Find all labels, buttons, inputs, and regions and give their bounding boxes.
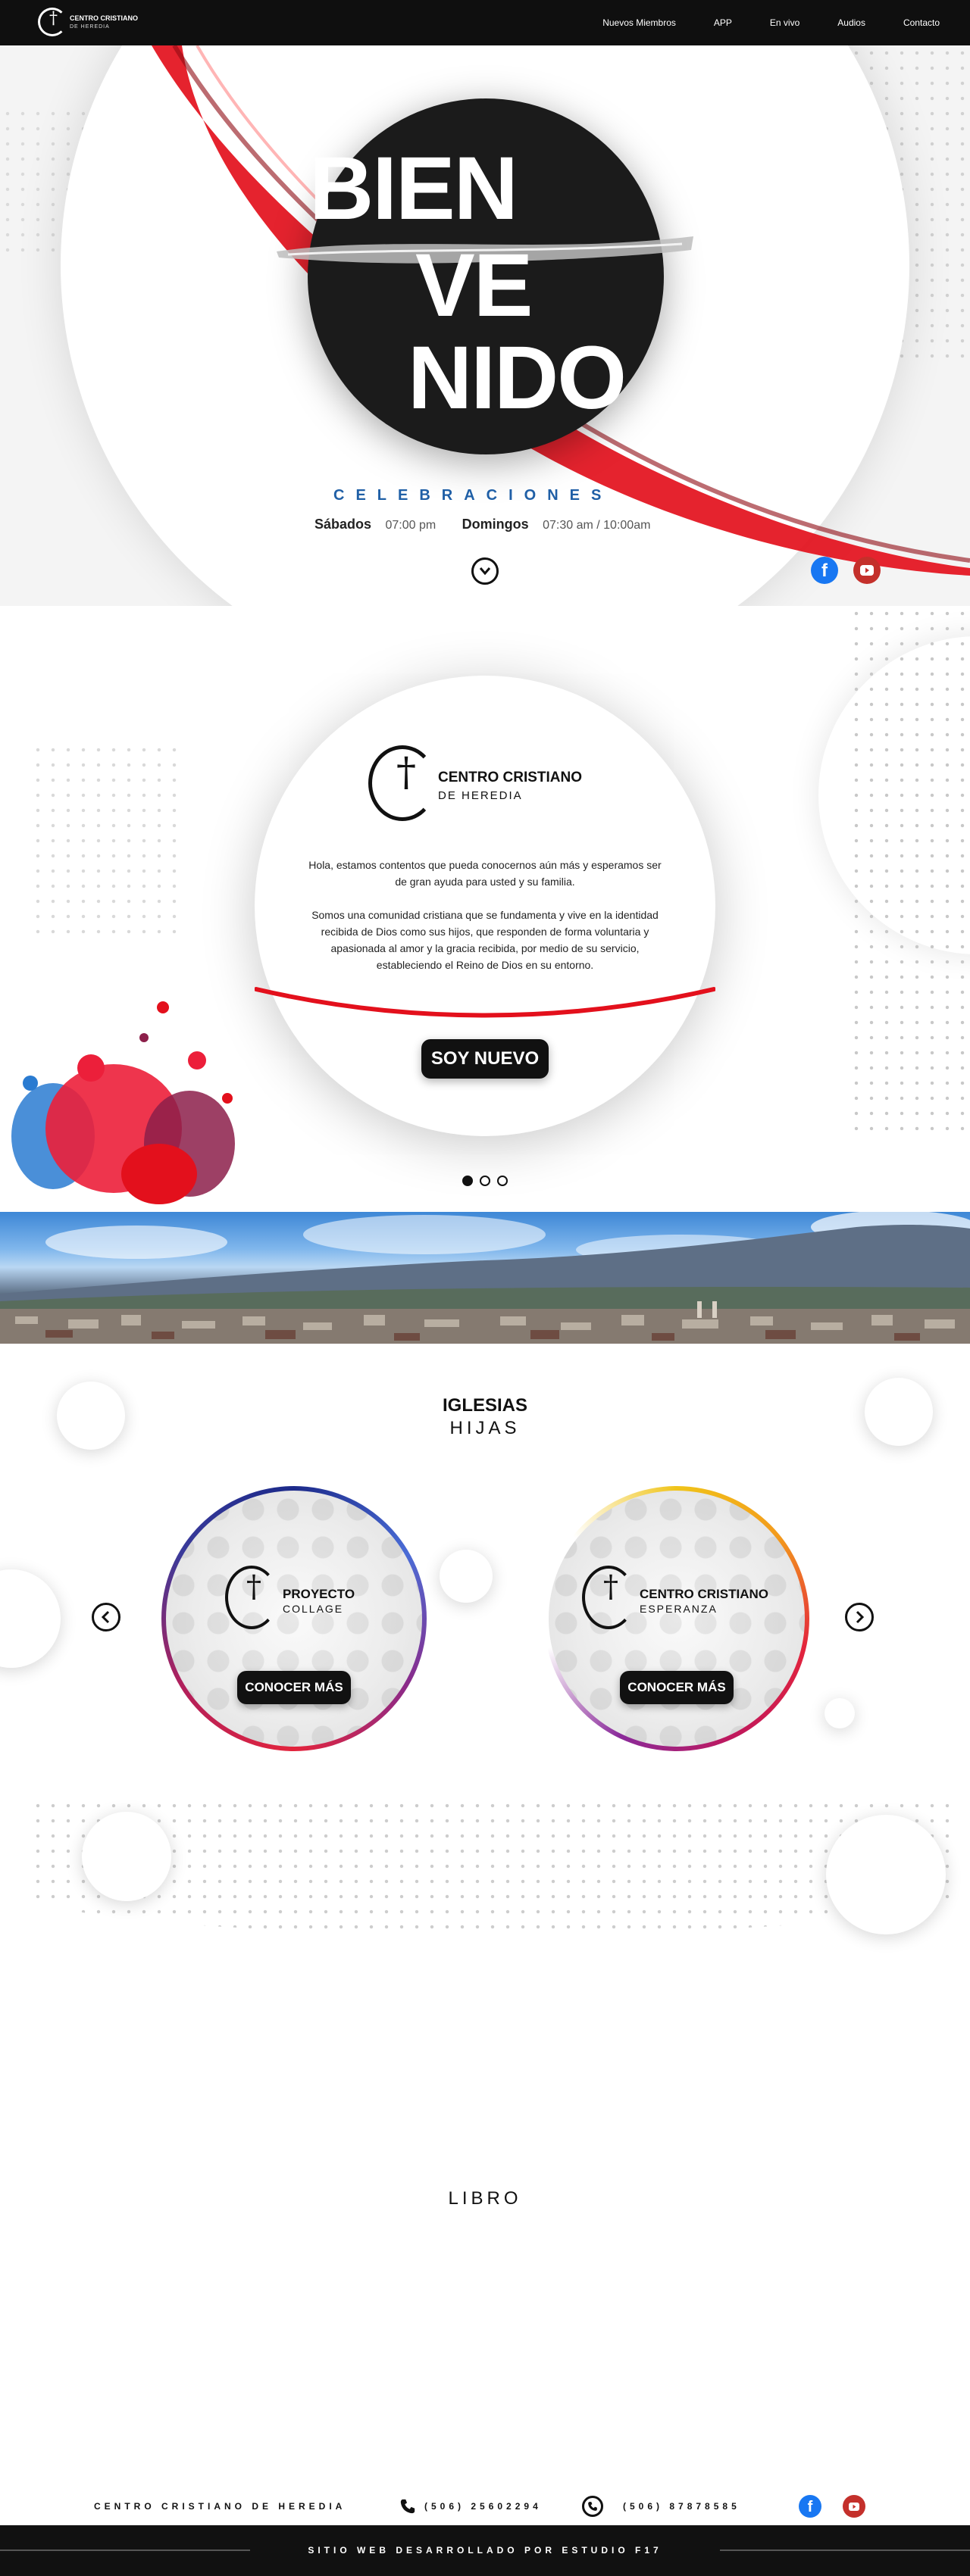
nav-link-nuevos-miembros[interactable]: Nuevos Miembros — [602, 17, 676, 28]
church-card-esperanza[interactable]: † CENTRO CRISTIANO ESPERANZA CONOCER MÁS — [544, 1486, 809, 1751]
decorative-bubble — [0, 1569, 61, 1668]
day-domingos: Domingos — [462, 517, 529, 532]
red-curve-divider — [255, 987, 715, 1018]
footer-phone[interactable]: (506) 25602294 — [424, 2501, 542, 2512]
collage-logo: † PROYECTO COLLAGE — [225, 1566, 392, 1634]
section-subtitle: HIJAS — [449, 1418, 521, 1438]
slide-dot-3[interactable] — [497, 1176, 508, 1186]
libro-section: LIBRO — [0, 1995, 970, 2465]
youtube-icon[interactable] — [853, 557, 881, 584]
day-sabados: Sábados — [314, 517, 372, 532]
decorative-bubble — [82, 1812, 171, 1901]
facebook-icon[interactable]: f — [811, 557, 838, 584]
scroll-down-button[interactable] — [471, 557, 499, 585]
nav-link-app[interactable]: APP — [714, 17, 732, 28]
youtube-icon[interactable] — [843, 2495, 865, 2518]
hero-word-bien: BIEN — [309, 139, 518, 239]
credit-bar: SITIO WEB DESARROLLADO POR ESTUDIO F17 — [0, 2525, 970, 2576]
libro-title: LIBRO — [448, 2188, 522, 2209]
cross-icon: † — [396, 750, 416, 795]
nav-link-en-vivo[interactable]: En vivo — [770, 17, 799, 28]
conocer-mas-button[interactable]: CONOCER MÁS — [237, 1671, 351, 1704]
decorative-bubble — [824, 1698, 855, 1728]
church-name-line1: PROYECTO — [283, 1587, 355, 1601]
about-paragraph-1: Hola, estamos contentos que pueda conoce… — [308, 859, 662, 888]
decorative-bubble — [865, 1378, 933, 1446]
nav-menu: Nuevos Miembros APP En vivo Audios Conta… — [565, 0, 940, 45]
ccdh-logo: † CENTRO CRISTIANO DE HEREDIA — [368, 745, 611, 829]
credit-text[interactable]: SITIO WEB DESARROLLADO POR ESTUDIO F17 — [250, 2543, 720, 2557]
site-logo[interactable]: † CENTRO CRISTIANO DE HEREDIA — [38, 8, 138, 38]
celebraciones-label: CELEBRACIONES — [333, 487, 613, 504]
city-panorama-banner — [0, 1212, 970, 1344]
service-times: Sábados 07:00 pm Domingos 07:30 am / 10:… — [314, 517, 650, 532]
slide-dot-1[interactable] — [462, 1176, 473, 1186]
church-name-line2: ESPERANZA — [640, 1603, 718, 1615]
hero-word-ve: VE — [415, 236, 533, 336]
cross-icon: † — [603, 1569, 618, 1604]
section-title: IGLESIAS — [442, 1395, 528, 1416]
about-section: † CENTRO CRISTIANO DE HEREDIA Hola, esta… — [0, 606, 970, 1212]
dot-pattern — [30, 742, 182, 939]
city-panorama-image — [0, 1212, 970, 1344]
slide-dot-2[interactable] — [480, 1176, 490, 1186]
whatsapp-icon — [582, 2496, 603, 2517]
footer-whatsapp[interactable]: (506) 87878585 — [623, 2501, 740, 2512]
hero-word-nido: NIDO — [408, 328, 627, 428]
footer-church-name: CENTRO CRISTIANO DE HEREDIA — [94, 2501, 346, 2512]
about-paragraph-2: Somos una comunidad cristiana que se fun… — [311, 909, 659, 971]
footer: CENTRO CRISTIANO DE HEREDIA (506) 256022… — [0, 2465, 970, 2525]
logo-title: CENTRO CRISTIANO — [438, 770, 582, 785]
time-domingos: 07:30 am / 10:00am — [543, 519, 651, 532]
logo-line1: CENTRO CRISTIANO — [70, 14, 138, 22]
iglesias-hijas-section: IGLESIAS HIJAS † PROYECTO COLLAGE CONOCE… — [0, 1344, 970, 1995]
conocer-mas-button[interactable]: CONOCER MÁS — [620, 1671, 734, 1704]
phone-icon — [400, 2499, 415, 2514]
soy-nuevo-button[interactable]: SOY NUEVO — [421, 1039, 549, 1079]
decorative-bubble — [826, 1815, 946, 1934]
church-name-line1: CENTRO CRISTIANO — [640, 1587, 768, 1601]
cross-icon: † — [246, 1569, 261, 1604]
chevron-left-icon — [101, 1610, 110, 1624]
church-card-collage[interactable]: † PROYECTO COLLAGE CONOCER MÁS — [161, 1486, 427, 1751]
top-nav: † CENTRO CRISTIANO DE HEREDIA Nuevos Mie… — [0, 0, 970, 45]
carousel-next-button[interactable] — [845, 1603, 874, 1631]
chevron-down-icon — [479, 567, 491, 576]
slider-dots — [462, 1176, 515, 1186]
esperanza-logo: † CENTRO CRISTIANO ESPERANZA — [582, 1566, 768, 1634]
decorative-bubble — [57, 1382, 125, 1450]
hero-section: BIEN VE NIDO CELEBRACIONES Sábados 07:00… — [0, 45, 970, 606]
paint-splash — [11, 1001, 235, 1204]
logo-subtitle: DE HEREDIA — [438, 789, 523, 802]
about-text: Hola, estamos contentos que pueda conoce… — [308, 857, 662, 973]
page: † CENTRO CRISTIANO DE HEREDIA Nuevos Mie… — [0, 0, 970, 2576]
decorative-bubble — [440, 1550, 493, 1603]
chevron-right-icon — [856, 1610, 865, 1624]
dot-pattern — [849, 606, 970, 1136]
time-sabados: 07:00 pm — [385, 519, 436, 532]
nav-link-contacto[interactable]: Contacto — [903, 17, 940, 28]
church-name-line2: COLLAGE — [283, 1603, 344, 1615]
cross-icon: † — [49, 9, 58, 28]
nav-link-audios[interactable]: Audios — [837, 17, 865, 28]
logo-line2: DE HEREDIA — [70, 24, 110, 30]
carousel-prev-button[interactable] — [92, 1603, 120, 1631]
facebook-icon[interactable]: f — [799, 2495, 821, 2518]
